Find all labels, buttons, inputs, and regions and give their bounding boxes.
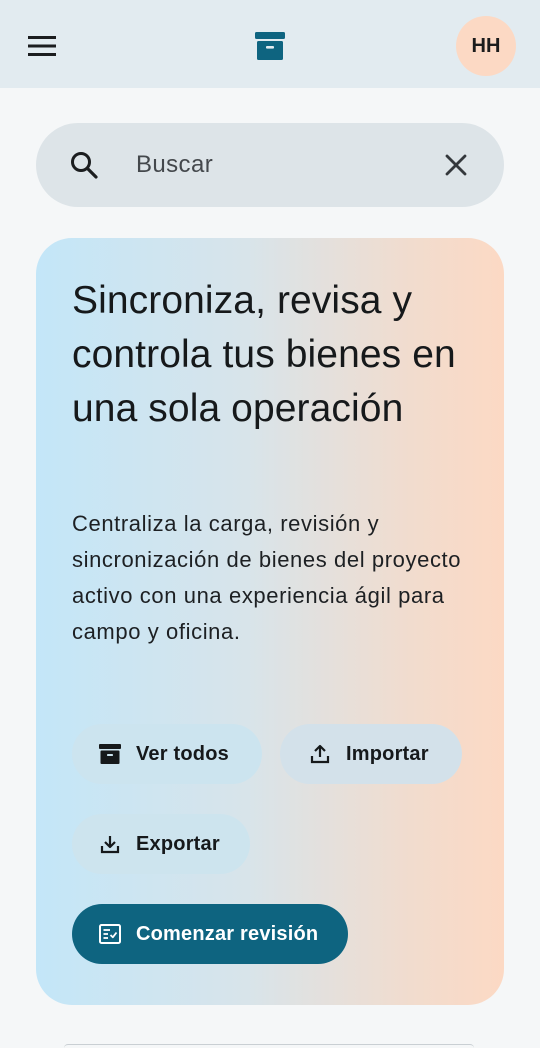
user-avatar[interactable]: HH <box>456 16 516 76</box>
app-logo[interactable] <box>250 26 290 66</box>
menu-button[interactable] <box>20 24 64 68</box>
search-icon[interactable] <box>68 149 100 181</box>
next-card-edge <box>64 1044 474 1048</box>
hero-description: Centraliza la carga, revisión y sincroni… <box>72 511 462 644</box>
download-icon <box>98 832 122 856</box>
archive-box-icon <box>255 32 285 60</box>
view-all-button[interactable]: Ver todos <box>72 724 262 784</box>
archive-icon <box>98 742 122 766</box>
search-bar[interactable] <box>36 123 504 207</box>
export-label: Exportar <box>136 832 220 855</box>
hero-card: Sincroniza, revisa y controla tus bienes… <box>36 238 504 1005</box>
clear-search-button[interactable] <box>436 145 476 185</box>
close-icon <box>445 154 467 176</box>
start-review-label: Comenzar revisión <box>136 922 319 945</box>
checklist-icon <box>98 922 122 946</box>
export-button[interactable]: Exportar <box>72 814 250 874</box>
search-input[interactable] <box>136 145 426 185</box>
view-all-label: Ver todos <box>136 742 229 765</box>
top-app-bar: HH <box>0 0 540 88</box>
hero-title: Sincroniza, revisa y controla tus bienes… <box>72 279 456 430</box>
import-button[interactable]: Importar <box>280 724 462 784</box>
menu-icon <box>28 36 56 56</box>
start-review-button[interactable]: Comenzar revisión <box>72 904 348 964</box>
upload-icon <box>308 742 332 766</box>
import-label: Importar <box>346 742 429 765</box>
